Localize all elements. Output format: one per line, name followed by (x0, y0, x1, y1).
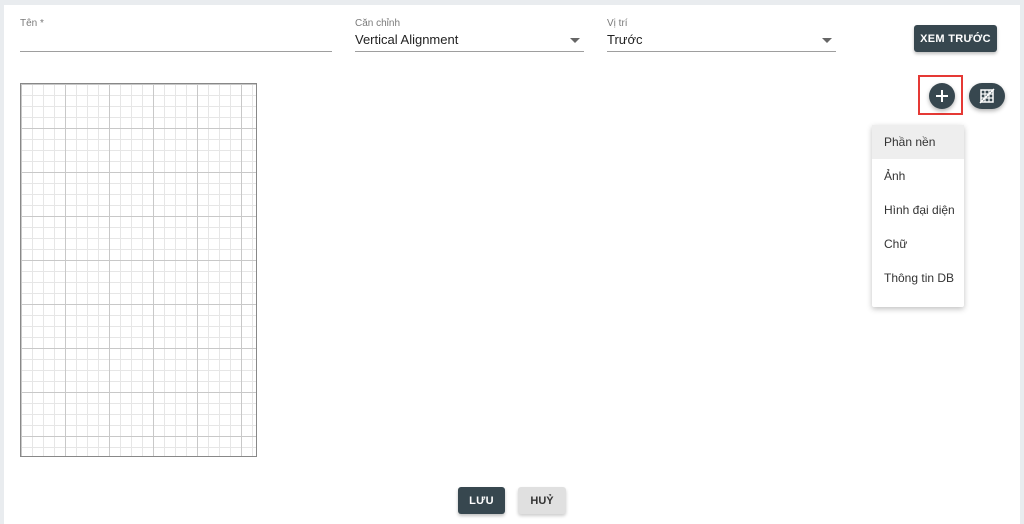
menu-item-image[interactable]: Ảnh (872, 159, 964, 193)
alignment-select-value[interactable]: Vertical Alignment (355, 32, 458, 47)
position-select-value[interactable]: Trước (607, 32, 643, 47)
plus-icon (936, 90, 948, 102)
chevron-down-icon[interactable] (570, 38, 580, 43)
position-select[interactable]: Vị trí Trước (607, 18, 836, 54)
name-field[interactable]: Tên * (20, 18, 332, 54)
position-select-underline (607, 51, 836, 52)
editor-card: Tên * Căn chỉnh Vertical Alignment Vị tr… (4, 5, 1020, 524)
preview-button[interactable]: XEM TRƯỚC (914, 25, 997, 52)
save-button[interactable]: LƯU (458, 487, 505, 514)
name-field-label: Tên * (20, 18, 44, 29)
position-select-label: Vị trí (607, 18, 628, 29)
alignment-select[interactable]: Căn chỉnh Vertical Alignment (355, 18, 584, 54)
name-field-underline (20, 51, 332, 52)
menu-item-background[interactable]: Phần nền (872, 125, 964, 159)
menu-item-avatar[interactable]: Hình đại diện (872, 193, 964, 227)
alignment-select-underline (355, 51, 584, 52)
menu-item-db-info[interactable]: Thông tin DB (872, 261, 964, 295)
grid-toggle-icon (979, 88, 995, 104)
chevron-down-icon[interactable] (822, 38, 832, 43)
cancel-button[interactable]: HUỶ (518, 487, 566, 514)
add-element-button[interactable] (929, 83, 955, 109)
alignment-select-label: Căn chỉnh (355, 18, 401, 29)
grid-toggle-button[interactable] (969, 83, 1005, 109)
menu-item-text[interactable]: Chữ (872, 227, 964, 261)
add-element-menu: Phần nền Ảnh Hình đại diện Chữ Thông tin… (872, 125, 964, 307)
design-canvas[interactable] (20, 83, 257, 457)
